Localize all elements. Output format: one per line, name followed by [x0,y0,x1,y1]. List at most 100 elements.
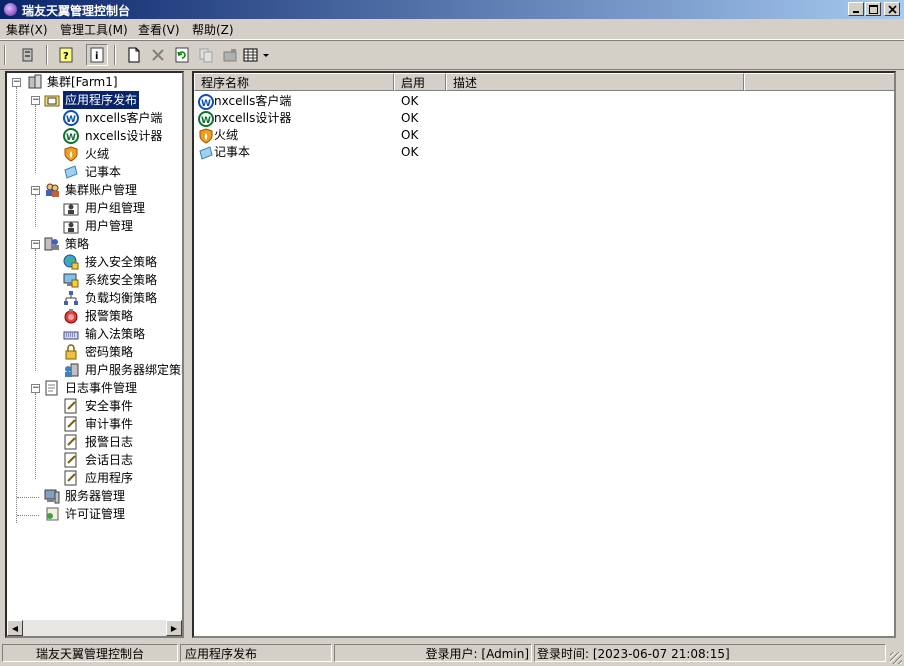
tree-label: 报警策略 [85,309,134,323]
folder-app-icon [44,95,60,107]
computer-shield-icon [63,273,79,288]
toolbar-grip [4,45,6,65]
tree-label: 日志事件管理 [65,381,138,395]
column-header-filler [744,73,894,91]
toolbar-view-dropdown[interactable] [242,45,272,65]
log-icon [64,452,77,468]
column-header-name[interactable]: 程序名称 [194,73,394,91]
properties-icon [223,49,237,62]
scroll-right-button[interactable]: ▶ [166,620,182,636]
status-bar: 瑞友天翼管理控制台 应用程序发布 登录用户: [Admin] 登录时间: [20… [0,642,904,666]
nxcells-designer-icon: W [198,111,214,127]
svg-text:W: W [66,133,76,143]
toolbar-help-button[interactable]: ? [56,45,76,65]
log-icon [64,470,77,486]
tree-label: 负载均衡策略 [85,291,158,305]
users-icon [46,183,59,197]
resize-grip[interactable] [890,652,902,664]
scroll-left-button[interactable]: ◀ [7,620,23,636]
collapse-icon[interactable]: − [31,186,40,195]
svg-text:W: W [66,115,76,125]
toolbar-copy-button[interactable] [196,45,216,65]
minimize-button[interactable] [848,2,864,16]
column-header-enabled[interactable]: 启用 [394,73,446,91]
tree-label: 安全事件 [85,399,134,413]
tree-label: 密码策略 [85,345,134,359]
list-item-name: nxcells设计器 [214,111,292,125]
menu-admin-tools[interactable]: 管理工具(M) [56,21,132,38]
log-book-icon [45,380,58,396]
tree-node-root[interactable]: − 集群[Farm1] [11,73,181,91]
collapse-icon[interactable]: − [31,240,40,249]
alarm-icon [64,309,78,324]
tree-label: 用户服务器绑定策略 [85,363,184,377]
toolbar-delete-button[interactable] [148,45,168,65]
toolbar-new-button[interactable] [124,45,144,65]
window-title: 瑞友天翼管理控制台 [22,4,131,18]
tree-label: 会话日志 [85,453,134,467]
tree-label: 用户管理 [85,219,134,233]
log-icon [64,398,77,414]
tree-label-root: 集群[Farm1] [47,75,118,89]
maximize-button[interactable] [865,2,881,16]
menu-help[interactable]: 帮助(Z) [188,21,238,38]
toolbar: ? i [0,40,904,70]
tree-label: 火绒 [85,147,110,161]
toolbar-info-button[interactable]: i [86,44,108,66]
keyboard-icon [63,331,79,340]
nxcells-designer-icon: W [63,128,79,144]
status-app-name: 瑞友天翼管理控制台 [2,644,178,662]
list-pane[interactable]: 程序名称 启用 描述 W nxcells客户端 OK W nxcells设计器 … [192,71,896,638]
close-icon [887,4,897,14]
new-document-icon [128,47,140,63]
server-monitor-icon [44,489,60,504]
tree-label: 应用程序 [85,471,134,485]
toolbar-properties-button[interactable] [220,45,240,65]
tree-label: 审计事件 [85,417,134,431]
close-button[interactable] [884,2,900,16]
tree-label: 记事本 [85,165,122,179]
svg-text:W: W [201,116,211,126]
column-header-description[interactable]: 描述 [446,73,744,91]
list-item-enabled: OK [401,94,419,108]
notepad-icon [199,146,213,160]
tree-label: nxcells客户端 [85,111,163,125]
status-section: 应用程序发布 [180,644,332,662]
svg-text:W: W [201,99,211,109]
copy-icon [199,48,213,63]
svg-text:i: i [95,51,98,62]
minimize-icon [853,11,859,13]
tree-label: 接入安全策略 [85,255,158,269]
tree-horizontal-scrollbar[interactable]: ◀ ▶ [7,620,182,636]
toolbar-cluster-button[interactable] [18,45,38,65]
cluster-icon [28,74,42,89]
server-icon [22,48,33,62]
menu-view[interactable]: 查看(V) [134,21,184,38]
menu-cluster[interactable]: 集群(X) [2,21,52,38]
list-item-enabled: OK [401,128,419,142]
tree-label: 报警日志 [85,435,134,449]
lock-icon [65,344,77,360]
tree-label: 输入法策略 [85,327,146,341]
svg-text:?: ? [63,51,69,62]
policy-icon [44,237,59,251]
tree-label: nxcells设计器 [85,129,163,143]
refresh-icon [175,47,189,63]
license-icon [46,507,59,521]
status-user: 登录用户: [Admin] [334,644,532,662]
log-icon [64,416,77,432]
toolbar-refresh-button[interactable] [172,45,192,65]
tree-label: 策略 [65,237,90,251]
list-item-name: 记事本 [214,145,251,159]
tree-label: 许可证管理 [65,507,126,521]
delete-icon [152,49,164,61]
user-icon [63,221,79,234]
collapse-icon[interactable]: − [12,78,21,87]
info-icon: i [90,47,104,63]
tree-pane[interactable]: − 集群[Farm1] − 应用程序发布 W nxcells客户端 W nxce… [5,71,184,638]
collapse-icon[interactable]: − [31,96,40,105]
nxcells-client-icon: W [63,110,79,126]
collapse-icon[interactable]: − [31,384,40,393]
tree-label: 服务器管理 [65,489,126,503]
user-server-icon [65,363,79,377]
